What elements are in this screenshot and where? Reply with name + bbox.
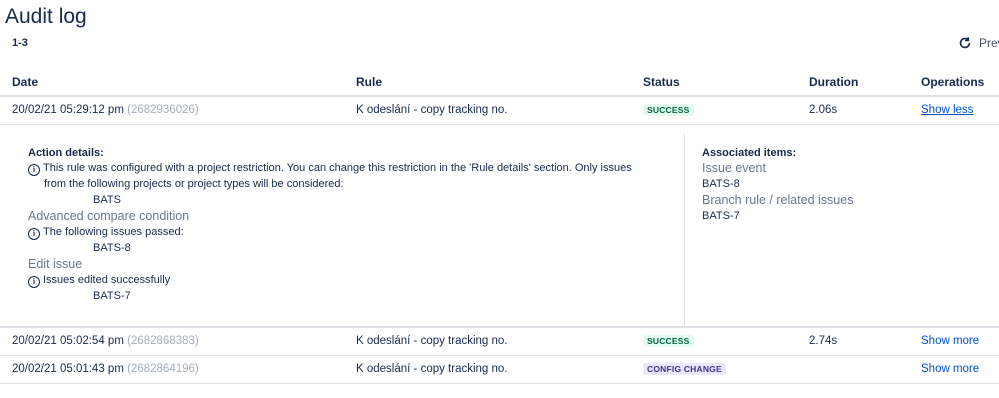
show-more-link[interactable]: Show more xyxy=(921,335,979,347)
status-badge: CONFIG CHANGE xyxy=(643,363,726,375)
column-header-status[interactable]: Status xyxy=(643,75,680,89)
row-divider xyxy=(0,383,999,384)
info-icon: i xyxy=(28,276,40,288)
row-id: (2682868383) xyxy=(127,335,199,347)
edit-issue-title: Edit issue xyxy=(28,257,83,271)
info-icon: i xyxy=(28,164,40,176)
compare-condition-text: The following issues passed: xyxy=(43,226,184,238)
row-date: 20/02/21 05:02:54 pm xyxy=(12,335,124,347)
show-more-link[interactable]: Show more xyxy=(921,363,979,375)
row-id: (2682864196) xyxy=(127,363,199,375)
row-duration: 2.06s xyxy=(809,104,838,116)
refresh-icon xyxy=(959,37,971,49)
issue-event-label: Issue event xyxy=(702,161,766,175)
row-rule: K odeslání - copy tracking no. xyxy=(356,335,508,347)
restriction-text: This rule was configured with a project … xyxy=(43,162,632,174)
restriction-text-continued: from the following projects or project t… xyxy=(44,178,344,190)
action-details-panel: Action details: i This rule was configure… xyxy=(0,125,999,326)
row-duration: 2.74s xyxy=(809,335,838,347)
row-id: (2682936026) xyxy=(127,104,199,116)
status-badge: SUCCESS xyxy=(643,335,694,347)
row-rule: K odeslání - copy tracking no. xyxy=(356,104,508,116)
compare-condition-issue: BATS-8 xyxy=(93,242,131,254)
result-range: 1-3 xyxy=(12,37,28,49)
row-date: 20/02/21 05:29:12 pm xyxy=(12,104,124,116)
row-date: 20/02/21 05:01:43 pm xyxy=(12,363,124,375)
compare-condition-title: Advanced compare condition xyxy=(28,209,190,223)
edit-issue-key: BATS-7 xyxy=(93,290,131,302)
action-details-title: Action details: xyxy=(28,147,104,159)
header-divider xyxy=(0,95,999,97)
edit-issue-text: Issues edited successfully xyxy=(43,274,171,286)
branch-rule-label: Branch rule / related issues xyxy=(702,193,854,207)
column-header-date[interactable]: Date xyxy=(12,75,38,89)
branch-rule-link[interactable]: BATS-7 xyxy=(702,210,740,222)
page-title: Audit log xyxy=(5,5,87,28)
details-divider xyxy=(684,133,685,325)
associated-items-title: Associated items: xyxy=(702,147,797,159)
column-header-operations: Operations xyxy=(921,75,985,89)
row-rule: K odeslání - copy tracking no. xyxy=(356,363,508,375)
issue-event-link[interactable]: BATS-8 xyxy=(702,178,740,190)
previous-label: Prev xyxy=(979,36,999,50)
info-icon: i xyxy=(28,228,40,240)
row-divider xyxy=(0,355,999,356)
column-header-rule[interactable]: Rule xyxy=(356,75,382,89)
restriction-project: BATS xyxy=(93,194,121,206)
status-badge: SUCCESS xyxy=(643,104,694,116)
previous-button[interactable]: Prev xyxy=(958,36,999,50)
show-less-link[interactable]: Show less xyxy=(921,104,973,116)
row-divider xyxy=(0,326,999,328)
column-header-duration[interactable]: Duration xyxy=(809,75,858,89)
